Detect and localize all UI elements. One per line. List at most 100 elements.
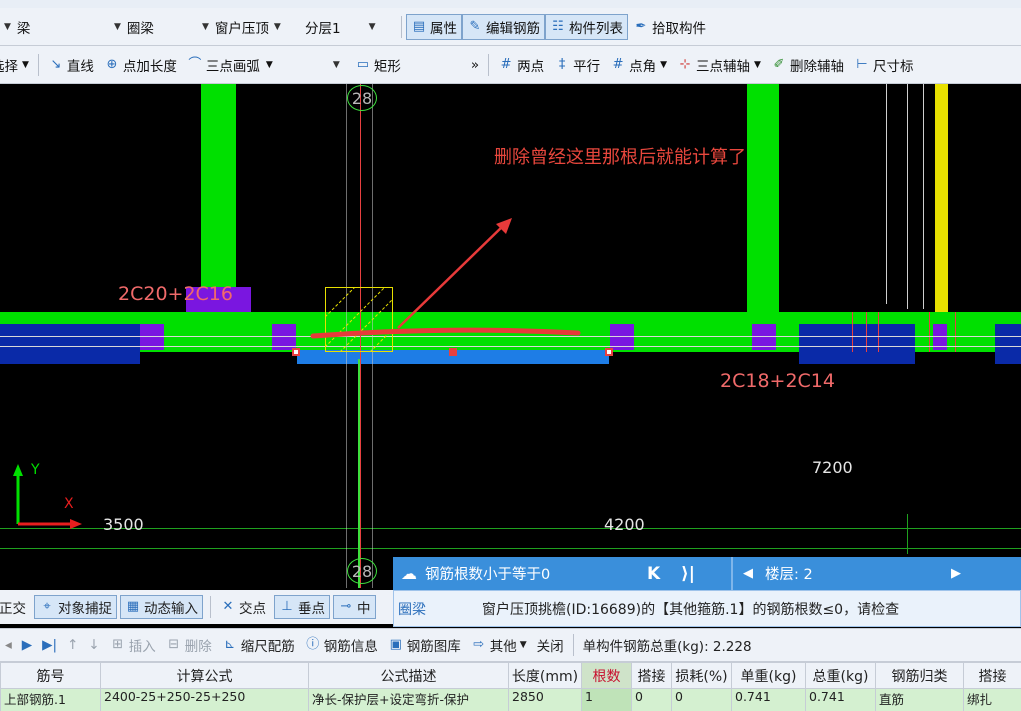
notice-body[interactable]: 圈梁 窗户压顶挑檐(ID:16689)的【其他箍筋.1】的钢筋根数≤0，请检查 <box>393 590 1021 627</box>
column-header[interactable]: 搭接 <box>631 662 672 689</box>
column-header[interactable]: 钢筋归类 <box>875 662 964 689</box>
column-header[interactable]: 长度(mm) <box>508 662 582 689</box>
rebar-library-button[interactable]: ▣ 钢筋图库 <box>383 635 466 655</box>
info-icon: ⓘ <box>306 637 320 652</box>
table-cell[interactable]: 直筋 <box>875 688 964 711</box>
other-button[interactable]: ⇨ 其他 ▼ <box>466 635 532 655</box>
rectangle-icon: ▭ <box>356 56 369 72</box>
table-cell[interactable]: 0.741 <box>805 688 876 711</box>
layer-combo[interactable]: 分层1 ▼ <box>301 14 397 40</box>
midpoint-label: 中 <box>357 601 371 617</box>
intersection-toggle[interactable]: ✕ 交点 <box>215 595 271 619</box>
table-cell[interactable]: 0.741 <box>731 688 806 711</box>
component-combo[interactable]: ▼ 窗户压顶 ▼ <box>198 14 301 40</box>
three-point-arc-label: 三点画弧 <box>205 58 260 75</box>
ortho-toggle[interactable]: 正交 <box>0 595 31 619</box>
shape-combo[interactable]: ▼ <box>278 52 350 78</box>
table-row[interactable]: 上部钢筋.1 2400-25+250-25+250 净长-保护层+设定弯折-保护… <box>0 688 1021 711</box>
rebar-label-bottom: 2C18+2C14 <box>720 370 835 392</box>
move-down-button[interactable]: ↓ <box>83 637 104 653</box>
point-length-button[interactable]: ⊕ 点加长度 <box>99 52 182 78</box>
dynamic-input-icon: ▦ <box>126 599 140 614</box>
table-cell[interactable]: 绑扎 <box>963 688 1021 711</box>
type-combo[interactable]: ▼ 梁 <box>0 14 110 40</box>
insert-button[interactable]: ⊞ 插入 <box>105 635 161 655</box>
perpendicular-toggle[interactable]: ⊥ 垂点 <box>274 595 330 619</box>
category-combo[interactable]: ▼ 圈梁 <box>110 14 198 40</box>
select-button[interactable]: 选择 ▼ <box>0 52 34 78</box>
three-point-arc-button[interactable]: ⌒ 三点画弧 ▼ <box>182 52 278 78</box>
column-header[interactable]: 总重(kg) <box>805 662 876 689</box>
dimension-icon: ⊢ <box>856 56 868 72</box>
column-header[interactable]: 筋号 <box>0 662 101 689</box>
table-cell[interactable]: 0 <box>631 688 672 711</box>
rect-button[interactable]: ▭ 矩形 <box>350 52 406 78</box>
component-list-button[interactable]: ☷ 构件列表 <box>545 13 628 40</box>
chevron-down-icon: ▼ <box>332 59 340 70</box>
axis-x-label: X <box>64 496 74 512</box>
dimension-4200: 4200 <box>604 515 645 534</box>
column-header[interactable]: 根数 <box>581 662 632 689</box>
delete-button[interactable]: ⊟ 删除 <box>161 635 217 655</box>
column-header[interactable]: 公式描述 <box>308 662 509 689</box>
notice-next-button[interactable]: ⟩| <box>681 564 731 584</box>
intersection-label: 交点 <box>239 601 266 617</box>
library-icon: ▣ <box>389 637 402 652</box>
object-snap-label: 对象捕捉 <box>58 601 112 617</box>
midpoint-toggle[interactable]: ⊸ 中 <box>333 595 376 619</box>
properties-label: 属性 <box>430 20 457 37</box>
next-row-button[interactable]: ▶ <box>17 637 37 653</box>
delete-axis-label: 删除辅轴 <box>789 58 844 75</box>
delete-axis-button[interactable]: ✐ 删除辅轴 <box>766 52 849 78</box>
column-header[interactable]: 单重(kg) <box>731 662 806 689</box>
floor-prev-icon[interactable]: ◀ <box>743 566 753 581</box>
three-point-axis-label: 三点辅轴 <box>696 58 751 75</box>
dimension-button[interactable]: ⊢ 尺寸标 <box>849 52 919 78</box>
table-cell[interactable]: 0 <box>671 688 732 711</box>
first-row-button[interactable]: ◂ <box>0 637 17 653</box>
properties-button[interactable]: ▤ 属性 <box>406 13 462 40</box>
axis-y-label: Y <box>31 462 40 478</box>
column-header[interactable]: 损耗(%) <box>671 662 732 689</box>
edit-rebar-button[interactable]: ✎ 编辑钢筋 <box>462 13 545 40</box>
intersection-icon: ✕ <box>222 599 234 614</box>
drawing-canvas[interactable]: 28 28 删除曾经这里那根后就能计算了 2C20+2C16 2C18+2C14… <box>0 84 1021 588</box>
column-header[interactable]: 计算公式 <box>100 662 309 689</box>
three-point-axis-button[interactable]: ⊹ 三点辅轴 ▼ <box>672 52 766 78</box>
object-snap-toggle[interactable]: ⌖ 对象捕捉 <box>34 595 117 619</box>
overflow-button[interactable]: » <box>466 52 484 78</box>
scale-rebar-button[interactable]: ⊾ 缩尺配筋 <box>217 635 300 655</box>
dynamic-input-label: 动态输入 <box>144 601 198 617</box>
rebar-info-button[interactable]: ⓘ 钢筋信息 <box>300 635 383 655</box>
perpendicular-label: 垂点 <box>298 601 325 617</box>
chevron-down-icon: ▼ <box>265 59 273 70</box>
column-header[interactable]: 搭接 <box>963 662 1021 689</box>
table-cell[interactable]: 上部钢筋.1 <box>0 688 101 711</box>
floor-next-icon[interactable]: ▶ <box>951 566 961 581</box>
annotation-stroke <box>310 327 581 339</box>
separator <box>210 596 211 618</box>
last-row-button[interactable]: ▶| <box>37 637 62 653</box>
close-button[interactable]: 关闭 <box>532 635 569 655</box>
other-label: 其他 <box>489 639 517 655</box>
rebar-table: 筋号 计算公式 公式描述 长度(mm) 根数 搭接 损耗(%) 单重(kg) 总… <box>0 662 1021 711</box>
table-cell[interactable]: 2850 <box>508 688 582 711</box>
dimension-label: 尺寸标 <box>872 58 914 75</box>
notice-message: 窗户压顶挑檐(ID:16689)的【其他箍筋.1】的钢筋根数≤0，请检查 <box>482 601 900 618</box>
table-cell[interactable]: 1 <box>581 688 632 711</box>
notice-prev-button[interactable]: K <box>647 564 681 584</box>
line-button[interactable]: ↘ 直线 <box>43 52 99 78</box>
delete-label: 删除 <box>184 639 212 655</box>
chevron-down-icon: ▼ <box>273 21 281 32</box>
two-points-button[interactable]: # 两点 <box>493 52 549 78</box>
scale-rebar-label: 缩尺配筋 <box>240 639 295 655</box>
dimension-7200: 7200 <box>812 458 853 477</box>
table-cell[interactable]: 净长-保护层+设定弯折-保护 <box>308 688 509 711</box>
pick-component-button[interactable]: ✒ 拾取构件 <box>628 14 711 40</box>
parallel-button[interactable]: ‡ 平行 <box>549 52 605 78</box>
move-up-button[interactable]: ↑ <box>62 637 83 653</box>
table-cell[interactable]: 2400-25+250-25+250 <box>100 688 309 711</box>
dynamic-input-toggle[interactable]: ▦ 动态输入 <box>120 595 203 619</box>
point-angle-button[interactable]: # 点角 ▼ <box>605 52 672 78</box>
notice-title: 钢筋根数小于等于0 <box>425 567 551 583</box>
